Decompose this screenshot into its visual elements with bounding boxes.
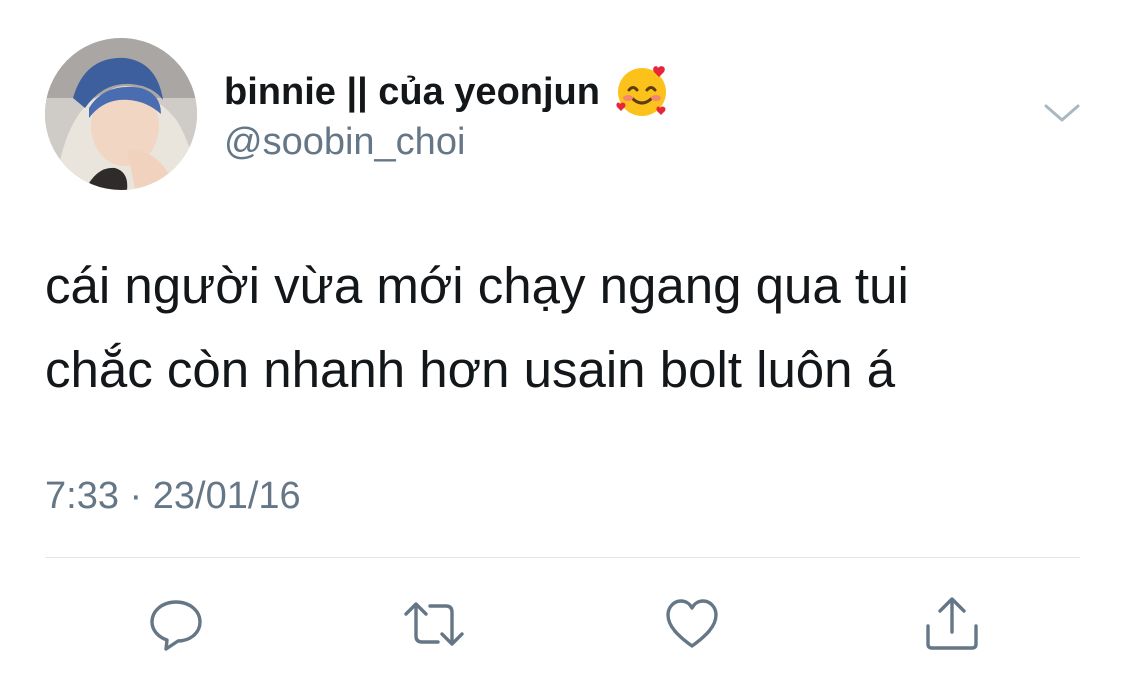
smiling-face-with-hearts-icon [614,64,670,120]
retweet-icon [404,602,464,646]
share-button[interactable] [922,596,978,652]
author-display-name[interactable]: binnie || của yeonjun [224,68,600,116]
tweet-text: cái người vừa mới chạy ngang qua tui chắ… [45,244,1085,412]
retweet-button[interactable] [402,596,464,652]
avatar[interactable] [45,38,197,190]
chevron-down-icon[interactable] [1040,98,1084,128]
author-handle[interactable]: @soobin_choi [224,118,465,166]
tweet-time: 7:33 [45,475,119,517]
tweet-date: 23/01/16 [152,475,301,517]
timestamp-separator: · [129,475,143,517]
tweet-timestamp[interactable]: 7:33 · 23/01/16 [45,472,301,520]
tweet-text-line: chắc còn nhanh hơn usain bolt luôn á [45,341,896,398]
tweet-text-line: cái người vừa mới chạy ngang qua tui [45,257,909,314]
avatar-image [45,38,197,190]
divider [45,557,1080,558]
reply-icon [150,600,202,651]
like-button[interactable] [664,596,720,652]
share-icon [926,597,978,650]
heart-icon [666,599,718,648]
reply-button[interactable] [148,596,204,652]
author-name-row[interactable]: binnie || của yeonjun [224,64,670,120]
